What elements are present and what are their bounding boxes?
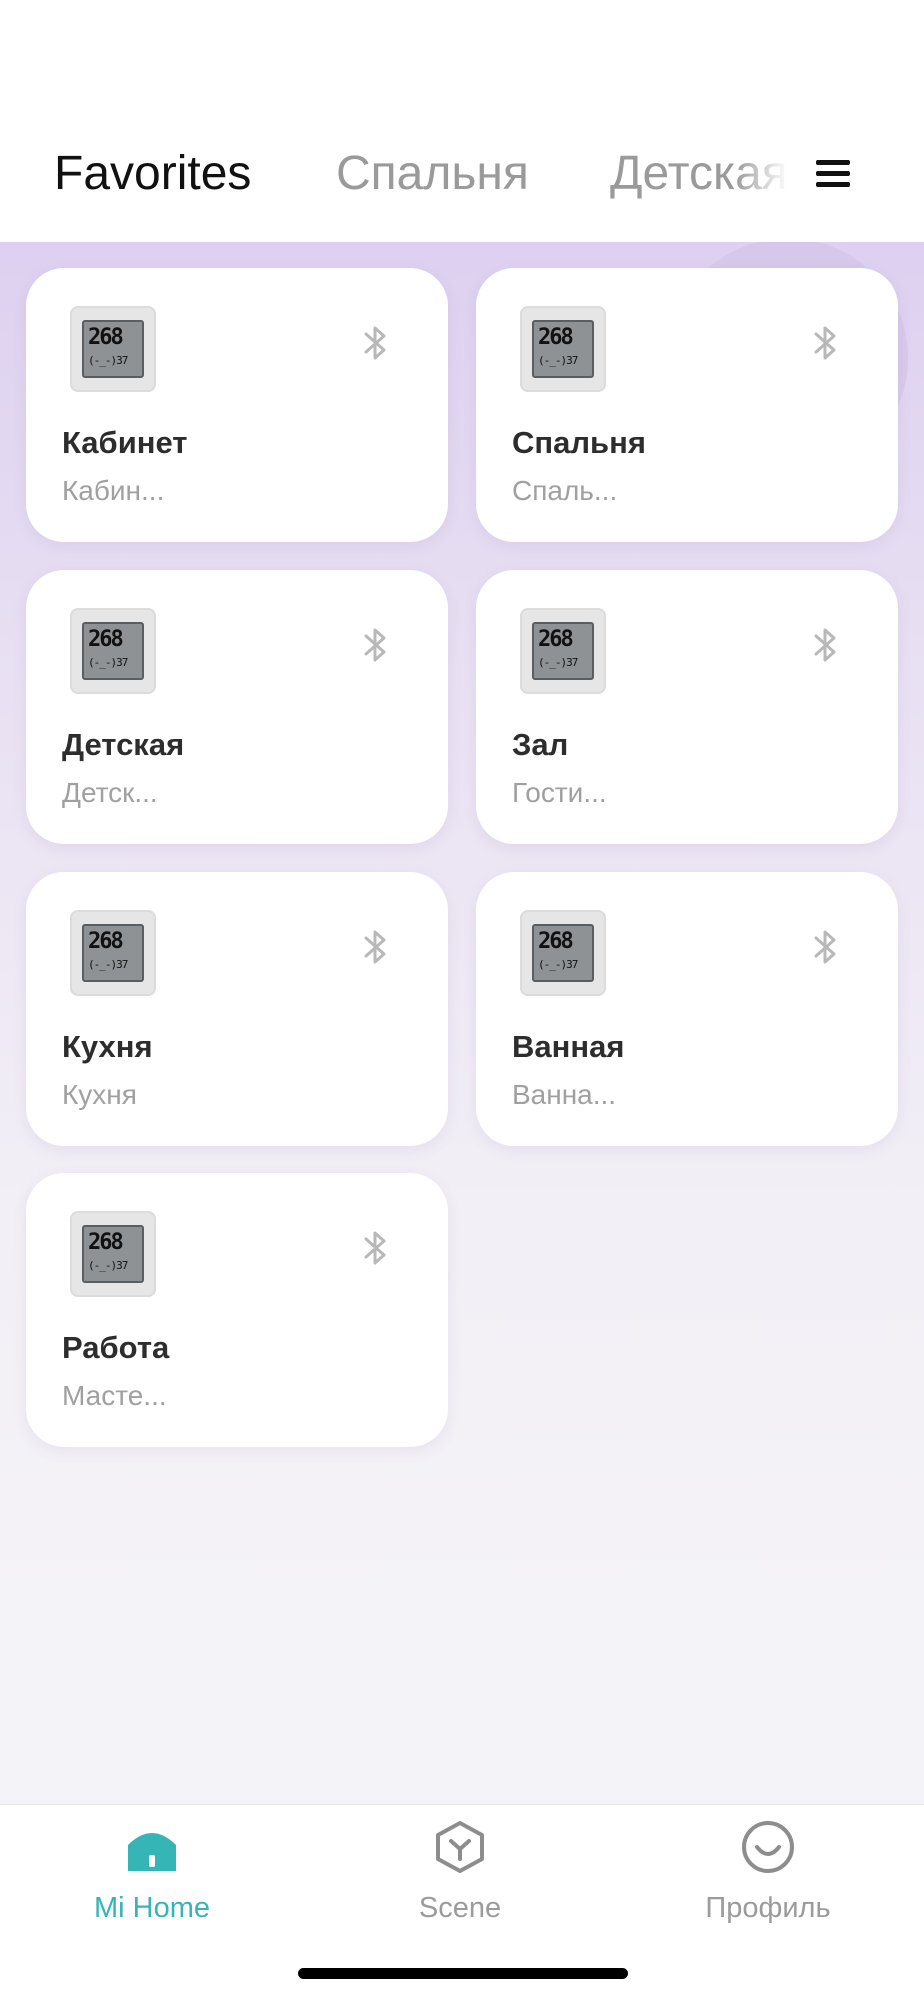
thermometer-device-image: 268 (-_-)37 [70, 910, 156, 996]
tab-detskaya[interactable]: Детская [610, 146, 788, 202]
thermometer-device-image: 268 (-_-)37 [70, 608, 156, 694]
device-room: Кабин... [62, 475, 165, 506]
device-room: Масте... [62, 1380, 167, 1411]
nav-scene[interactable]: Scene [350, 1805, 570, 1955]
profile-icon [742, 1821, 794, 1873]
device-room: Детск... [62, 777, 158, 808]
device-name: Детская [62, 727, 185, 762]
bluetooth-icon [814, 930, 836, 964]
thermometer-device-image: 268 (-_-)37 [520, 910, 606, 996]
thermometer-device-image: 268 (-_-)37 [520, 306, 606, 392]
device-card[interactable]: 268 (-_-)37 Кухня Кухня [26, 872, 448, 1146]
device-room: Гости... [512, 777, 607, 808]
hamburger-menu-icon[interactable] [816, 160, 850, 188]
nav-mi-home[interactable]: Mi Home [42, 1805, 262, 1955]
bluetooth-icon [364, 628, 386, 662]
home-icon [128, 1833, 176, 1871]
bluetooth-icon [814, 326, 836, 360]
thermometer-device-image: 268 (-_-)37 [70, 1211, 156, 1297]
device-card[interactable]: 268 (-_-)37 Кабинет Кабин... [26, 268, 448, 542]
thermometer-device-image: 268 (-_-)37 [520, 608, 606, 694]
device-room: Спаль... [512, 475, 618, 506]
scene-icon [436, 1821, 484, 1873]
device-room: Ванна... [512, 1079, 617, 1110]
bluetooth-icon [364, 1231, 386, 1265]
tab-favorites[interactable]: Favorites [54, 146, 251, 202]
thermometer-device-image: 268 (-_-)37 [70, 306, 156, 392]
device-name: Спальня [512, 425, 646, 460]
tab-spalnya[interactable]: Спальня [336, 146, 529, 202]
top-tab-bar: Favorites Спальня Детская [0, 0, 924, 242]
device-card[interactable]: 268 (-_-)37 Спальня Спаль... [476, 268, 898, 542]
device-card[interactable]: 268 (-_-)37 Зал Гости... [476, 570, 898, 844]
bluetooth-icon [814, 628, 836, 662]
home-indicator[interactable] [298, 1968, 628, 1979]
device-name: Работа [62, 1330, 170, 1365]
nav-profile[interactable]: Профиль [658, 1805, 878, 1955]
device-card[interactable]: 268 (-_-)37 Работа Масте... [26, 1173, 448, 1447]
device-room: Кухня [62, 1079, 137, 1110]
bluetooth-icon [364, 930, 386, 964]
nav-label: Профиль [705, 1892, 831, 1924]
nav-label: Mi Home [93, 1892, 210, 1924]
device-name: Кабинет [62, 425, 188, 460]
nav-label: Scene [418, 1892, 502, 1924]
device-name: Ванная [512, 1029, 625, 1064]
device-card[interactable]: 268 (-_-)37 Детская Детск... [26, 570, 448, 844]
device-name: Кухня [62, 1029, 153, 1064]
device-card[interactable]: 268 (-_-)37 Ванная Ванна... [476, 872, 898, 1146]
bluetooth-icon [364, 326, 386, 360]
device-name: Зал [512, 727, 569, 762]
